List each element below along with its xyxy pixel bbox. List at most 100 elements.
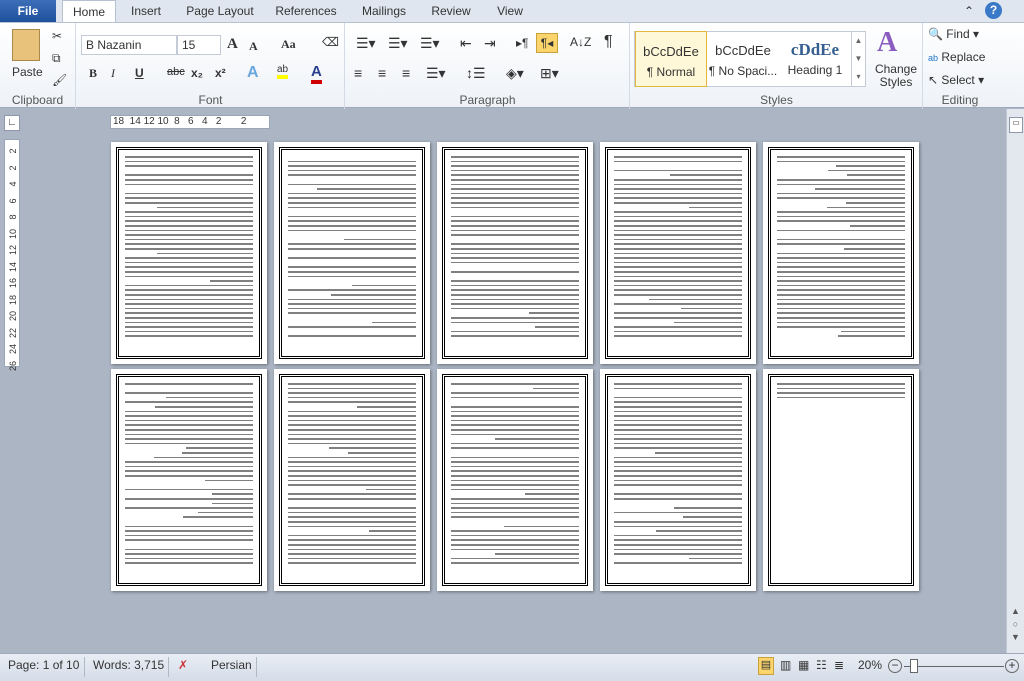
vertical-scrollbar[interactable]: ▭ ▲ ○ ▼	[1006, 109, 1024, 653]
change-styles-button[interactable]: Change Styles	[871, 63, 921, 89]
find-button[interactable]: 🔍 Find ▾	[928, 27, 979, 41]
clear-formatting-icon[interactable]: ⌫	[322, 35, 339, 49]
font-name-combo[interactable]: B Nazanin	[81, 35, 177, 55]
text-line	[451, 169, 579, 172]
format-painter-icon[interactable]: 🖌	[52, 73, 67, 87]
select-button[interactable]: ↖ Select ▾	[928, 73, 984, 87]
sort-icon[interactable]: A↓Z	[570, 35, 591, 49]
tab-view[interactable]: View	[492, 0, 528, 23]
align-right-icon[interactable]: ≡	[402, 65, 410, 81]
underline-button[interactable]: U	[135, 66, 144, 80]
text-line	[837, 335, 905, 337]
numbering-icon[interactable]: ☰▾	[388, 35, 408, 52]
borders-icon[interactable]: ⊞▾	[540, 65, 559, 82]
subscript-button[interactable]: x₂	[191, 66, 203, 80]
text-effects-icon[interactable]: A	[247, 64, 259, 82]
style-no-spacing[interactable]: bCcDdEe ¶ No Spaci...	[707, 31, 779, 87]
view-ruler-icon[interactable]: ▭	[1009, 117, 1023, 133]
language[interactable]: Persian	[211, 658, 252, 672]
increase-indent-icon[interactable]: ⇥	[484, 35, 496, 52]
text-line	[451, 479, 579, 482]
document-area[interactable]: ∟ 18 14 12 10 8 6 4 2 2 2 2 4 6 8 10 12 14 16 18 2…	[0, 109, 1006, 653]
outline-icon[interactable]: ☷	[816, 658, 827, 672]
line-spacing-icon[interactable]: ↕☰	[466, 65, 486, 82]
tab-file[interactable]: File	[0, 0, 56, 23]
rtl-icon[interactable]: ¶◂	[536, 33, 558, 53]
justify-icon[interactable]: ☰▾	[426, 65, 446, 82]
horizontal-ruler[interactable]: 18 14 12 10 8 6 4 2 2	[110, 115, 270, 129]
minimize-ribbon-icon[interactable]: ⌃	[964, 4, 974, 18]
tab-references[interactable]: References	[272, 0, 340, 23]
text-line	[614, 275, 742, 278]
text-line	[451, 383, 579, 385]
change-case-button[interactable]: Aa	[281, 37, 296, 52]
shading-icon[interactable]: ◈▾	[506, 65, 524, 82]
full-screen-reading-icon[interactable]: ▥	[780, 658, 791, 672]
tab-page-layout[interactable]: Page Layout	[182, 0, 258, 23]
text-line	[614, 548, 742, 551]
replace-button[interactable]: ab Replace	[928, 50, 985, 64]
text-line	[368, 530, 416, 532]
page-thumbnail[interactable]	[600, 142, 756, 364]
tab-selector-button[interactable]: ∟	[4, 115, 20, 131]
help-icon[interactable]: ?	[985, 2, 1002, 19]
superscript-button[interactable]: x²	[215, 66, 226, 80]
copy-icon[interactable]: ⧉	[52, 51, 61, 66]
zoom-slider[interactable]	[904, 666, 1004, 667]
highlight-icon[interactable]: ab	[277, 64, 289, 79]
italic-button[interactable]: I	[111, 66, 115, 81]
align-left-icon[interactable]: ≡	[354, 65, 362, 81]
text-line	[451, 539, 579, 541]
text-line	[288, 192, 416, 195]
bullets-icon[interactable]: ☰▾	[356, 35, 376, 52]
tab-insert[interactable]: Insert	[124, 0, 168, 23]
decrease-indent-icon[interactable]: ⇤	[460, 35, 472, 52]
paste-icon[interactable]	[12, 29, 40, 61]
page-thumbnail[interactable]	[111, 142, 267, 364]
editing-label: Editing	[941, 93, 979, 107]
page-thumbnail[interactable]	[274, 142, 430, 364]
show-formatting-button[interactable]: ¶	[604, 33, 613, 51]
vertical-ruler[interactable]: 2 2 4 6 8 10 12 14 16 18 20 22 24 26	[4, 139, 20, 371]
strikethrough-button[interactable]: abc	[167, 66, 185, 78]
tab-mailings[interactable]: Mailings	[356, 0, 412, 23]
font-color-icon[interactable]: A	[311, 63, 322, 84]
word-count[interactable]: Words: 3,715	[93, 658, 164, 672]
multilevel-list-icon[interactable]: ☰▾	[420, 35, 440, 52]
page-thumbnail[interactable]	[437, 142, 593, 364]
draft-icon[interactable]: ≣	[834, 658, 844, 672]
align-center-icon[interactable]: ≡	[378, 65, 386, 81]
shrink-font-button[interactable]: A	[249, 39, 258, 54]
styles-scroll[interactable]: ▲ ▼ ▾	[851, 32, 865, 86]
zoom-level[interactable]: 20%	[858, 658, 882, 672]
tab-home[interactable]: Home	[62, 0, 116, 23]
paste-button[interactable]: Paste	[12, 65, 43, 79]
page-count[interactable]: Page: 1 of 10	[8, 658, 79, 672]
page-thumbnail[interactable]	[600, 369, 756, 591]
print-layout-icon[interactable]: ▤	[758, 657, 774, 675]
page-thumbnail[interactable]	[763, 369, 919, 591]
zoom-out-button[interactable]: −	[888, 659, 902, 673]
text-line	[357, 406, 416, 408]
text-line	[843, 248, 905, 250]
style-heading-1[interactable]: cDdEe Heading 1	[779, 31, 851, 87]
browse-buttons[interactable]: ▲ ○ ▼	[1011, 605, 1020, 644]
bold-button[interactable]: B	[89, 66, 97, 81]
page-thumbnail[interactable]	[111, 369, 267, 591]
text-line	[125, 303, 253, 305]
ltr-icon[interactable]: ▸¶	[516, 36, 528, 50]
proofing-icon[interactable]: ✗	[178, 658, 188, 672]
text-line	[614, 521, 742, 523]
web-layout-icon[interactable]: ▦	[798, 658, 809, 672]
grow-font-button[interactable]: A	[227, 36, 238, 53]
tab-review[interactable]: Review	[426, 0, 476, 23]
page-thumbnail[interactable]	[274, 369, 430, 591]
style-normal[interactable]: bCcDdEe ¶ Normal	[635, 31, 707, 87]
cut-icon[interactable]: ✂	[52, 29, 62, 43]
zoom-in-button[interactable]: +	[1005, 659, 1019, 673]
zoom-slider-thumb[interactable]	[910, 659, 918, 673]
page-thumbnail[interactable]	[437, 369, 593, 591]
font-size-combo[interactable]: 15	[177, 35, 221, 55]
page-thumbnail[interactable]	[763, 142, 919, 364]
text-line	[451, 174, 579, 176]
